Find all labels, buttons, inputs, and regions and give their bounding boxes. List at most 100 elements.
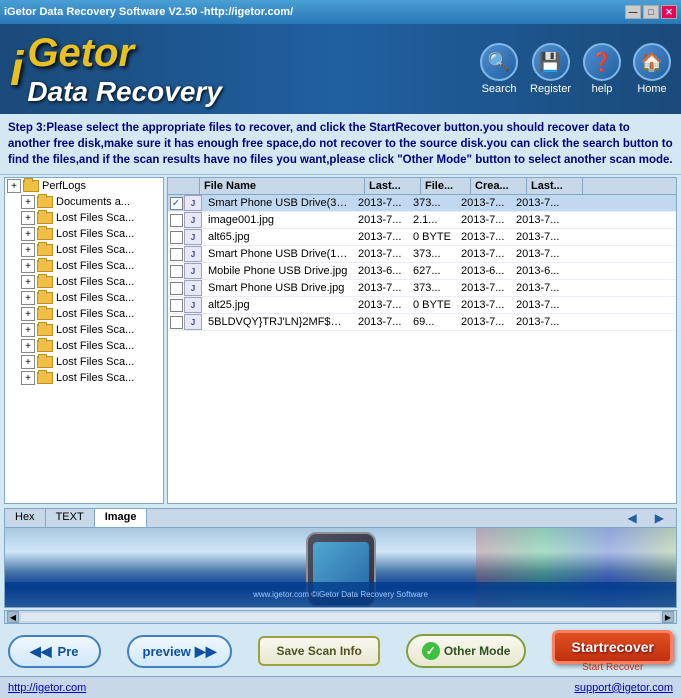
bottom-buttons: ◀◀ Pre preview ▶▶ Save Scan Info ✓ Other… <box>0 626 681 676</box>
col-header-last2[interactable]: Last... <box>527 178 583 194</box>
file-type-icon-5: J <box>184 280 202 296</box>
tab-image[interactable]: Image <box>95 509 148 527</box>
table-row[interactable]: J Smart Phone USB Drive(1).jpg 2013-7...… <box>168 246 676 263</box>
checkbox-3[interactable] <box>170 248 183 261</box>
expand-documents[interactable]: + <box>21 195 35 209</box>
table-row[interactable]: J Smart Phone USB Drive(3).jpg 2013-7...… <box>168 195 676 212</box>
minimize-button[interactable]: — <box>625 5 641 19</box>
table-row[interactable]: J image001.jpg 2013-7... 2.1... 2013-7..… <box>168 212 676 229</box>
expand-lost5[interactable]: + <box>21 275 35 289</box>
tree-item-lost3[interactable]: + Lost Files Sca... <box>5 242 163 258</box>
expand-lost6[interactable]: + <box>21 291 35 305</box>
tree-item-lost10[interactable]: + Lost Files Sca... <box>5 354 163 370</box>
file-size-7: 69... <box>409 315 457 329</box>
other-mode-button[interactable]: ✓ Other Mode <box>406 634 527 668</box>
tree-label-lost2: Lost Files Sca... <box>56 228 134 240</box>
row-checkbox-2[interactable] <box>168 230 184 244</box>
email-link[interactable]: support@igetor.com <box>574 682 673 694</box>
tree-item-lost11[interactable]: + Lost Files Sca... <box>5 370 163 386</box>
file-type-icon-7: J <box>184 314 202 330</box>
row-checkbox-0[interactable] <box>168 196 184 210</box>
file-rows-area[interactable]: J Smart Phone USB Drive(3).jpg 2013-7...… <box>168 195 676 503</box>
checkbox-1[interactable] <box>170 214 183 227</box>
col-header-last[interactable]: Last... <box>365 178 421 194</box>
file-crea-1: 2013-7... <box>457 213 512 227</box>
row-checkbox-5[interactable] <box>168 281 184 295</box>
tree-item-lost7[interactable]: + Lost Files Sca... <box>5 306 163 322</box>
start-recover-sub-label: Start Recover <box>582 662 643 673</box>
checkbox-0[interactable] <box>170 197 183 210</box>
col-header-name[interactable]: File Name <box>200 178 365 194</box>
expand-lost2[interactable]: + <box>21 227 35 241</box>
save-scan-button[interactable]: Save Scan Info <box>258 636 379 666</box>
scroll-left-button[interactable]: ◀ <box>7 611 19 623</box>
expand-perflogs[interactable]: + <box>7 179 21 193</box>
nav-register[interactable]: 💾 Register <box>530 43 571 95</box>
col-header-file[interactable]: File... <box>421 178 471 194</box>
bottom-scrollbar[interactable]: ◀ ▶ <box>4 610 677 624</box>
nav-search-label: Search <box>482 83 517 95</box>
checkbox-4[interactable] <box>170 265 183 278</box>
tree-item-lost1[interactable]: + Lost Files Sca... <box>5 210 163 226</box>
other-mode-label: Other Mode <box>444 644 511 658</box>
row-checkbox-7[interactable] <box>168 315 184 329</box>
file-last2-1: 2013-7... <box>512 213 567 227</box>
scroll-track[interactable] <box>21 613 660 621</box>
file-size-1: 2.1... <box>409 213 457 227</box>
tree-panel[interactable]: + PerfLogs + Documents a... + Lost Files… <box>4 177 164 504</box>
website-link[interactable]: http://igetor.com <box>8 682 86 694</box>
tab-text[interactable]: TEXT <box>46 509 95 527</box>
checkbox-2[interactable] <box>170 231 183 244</box>
table-row[interactable]: J 5BLDVQY}TRJ'LN}2MF$GYP0.jpg 2013-7... … <box>168 314 676 331</box>
tree-item-lost6[interactable]: + Lost Files Sca... <box>5 290 163 306</box>
close-button[interactable]: ✕ <box>661 5 677 19</box>
checkbox-7[interactable] <box>170 316 183 329</box>
expand-lost9[interactable]: + <box>21 339 35 353</box>
file-size-4: 627... <box>409 264 457 278</box>
file-crea-2: 2013-7... <box>457 230 512 244</box>
tree-item-documents[interactable]: + Documents a... <box>5 194 163 210</box>
tree-item-lost8[interactable]: + Lost Files Sca... <box>5 322 163 338</box>
row-checkbox-3[interactable] <box>168 247 184 261</box>
start-recover-button[interactable]: Startrecover <box>552 630 673 664</box>
expand-lost7[interactable]: + <box>21 307 35 321</box>
preview-button[interactable]: preview ▶▶ <box>127 635 233 668</box>
scroll-right-button[interactable]: ▶ <box>662 611 674 623</box>
nav-home[interactable]: 🏠 Home <box>633 43 671 95</box>
col-header-check[interactable] <box>168 178 200 194</box>
tree-item-lost2[interactable]: + Lost Files Sca... <box>5 226 163 242</box>
expand-lost1[interactable]: + <box>21 211 35 225</box>
row-checkbox-1[interactable] <box>168 213 184 227</box>
tree-item-perflogs[interactable]: + PerfLogs <box>5 178 163 194</box>
tree-label-lost11: Lost Files Sca... <box>56 372 134 384</box>
preview-next-button[interactable]: ▶ <box>647 509 672 527</box>
pre-button[interactable]: ◀◀ Pre <box>8 635 101 668</box>
expand-lost3[interactable]: + <box>21 243 35 257</box>
other-mode-check-icon: ✓ <box>422 642 440 660</box>
table-row[interactable]: J Smart Phone USB Drive.jpg 2013-7... 37… <box>168 280 676 297</box>
expand-lost4[interactable]: + <box>21 259 35 273</box>
row-checkbox-6[interactable] <box>168 298 184 312</box>
folder-icon-lost3 <box>37 244 53 256</box>
maximize-button[interactable]: □ <box>643 5 659 19</box>
nav-help[interactable]: ❓ help <box>583 43 621 95</box>
tab-hex[interactable]: Hex <box>5 509 46 527</box>
folder-icon-lost10 <box>37 356 53 368</box>
table-row[interactable]: J alt65.jpg 2013-7... 0 BYTE 2013-7... 2… <box>168 229 676 246</box>
checkbox-6[interactable] <box>170 299 183 312</box>
file-type-icon-2: J <box>184 229 202 245</box>
tree-item-lost4[interactable]: + Lost Files Sca... <box>5 258 163 274</box>
expand-lost10[interactable]: + <box>21 355 35 369</box>
table-row[interactable]: J Mobile Phone USB Drive.jpg 2013-6... 6… <box>168 263 676 280</box>
nav-search[interactable]: 🔍 Search <box>480 43 518 95</box>
table-row[interactable]: J alt25.jpg 2013-7... 0 BYTE 2013-7... 2… <box>168 297 676 314</box>
tree-item-lost5[interactable]: + Lost Files Sca... <box>5 274 163 290</box>
row-checkbox-4[interactable] <box>168 264 184 278</box>
tree-item-lost9[interactable]: + Lost Files Sca... <box>5 338 163 354</box>
col-header-crea[interactable]: Crea... <box>471 178 527 194</box>
expand-lost11[interactable]: + <box>21 371 35 385</box>
checkbox-5[interactable] <box>170 282 183 295</box>
folder-icon-lost6 <box>37 292 53 304</box>
preview-prev-button[interactable]: ◀ <box>620 509 645 527</box>
expand-lost8[interactable]: + <box>21 323 35 337</box>
